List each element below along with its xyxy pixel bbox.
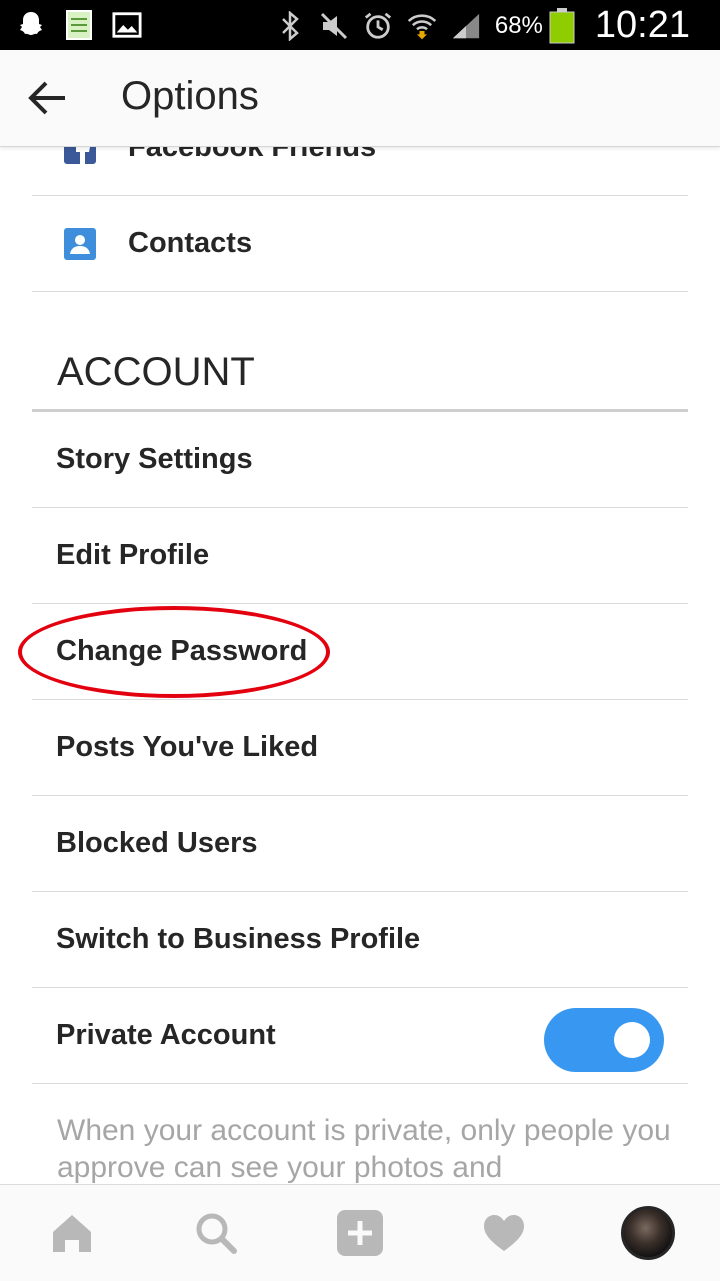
signal-icon	[451, 9, 481, 43]
profile-button[interactable]	[608, 1193, 688, 1273]
account-section-header: ACCOUNT	[32, 344, 688, 412]
facebook-friends-row[interactable]: Facebook Friends	[32, 146, 688, 196]
options-list[interactable]: Facebook Friends Contacts ACCOUNT Story …	[0, 146, 720, 1184]
edit-profile-row[interactable]: Edit Profile	[32, 508, 688, 604]
switch-business-label: Switch to Business Profile	[56, 923, 421, 955]
add-post-button[interactable]	[320, 1193, 400, 1273]
search-icon	[196, 1213, 237, 1254]
story-settings-row[interactable]: Story Settings	[32, 412, 688, 508]
private-account-row[interactable]: Private Account	[32, 988, 688, 1084]
blocked-users-row[interactable]: Blocked Users	[32, 796, 688, 892]
search-button[interactable]	[176, 1193, 256, 1273]
home-button[interactable]	[32, 1193, 112, 1273]
page-title: Options	[121, 74, 259, 118]
facebook-icon	[64, 146, 96, 164]
private-account-label: Private Account	[56, 1019, 276, 1051]
posts-liked-row[interactable]: Posts You've Liked	[32, 700, 688, 796]
home-icon	[53, 1215, 91, 1252]
battery-icon	[547, 7, 577, 43]
heart-icon	[484, 1215, 524, 1251]
toggle-knob	[614, 1022, 650, 1058]
activity-button[interactable]	[464, 1193, 544, 1273]
contacts-row[interactable]: Contacts	[32, 196, 688, 292]
arrow-left-icon	[28, 81, 65, 115]
bluetooth-icon	[275, 9, 305, 43]
clock: 10:21	[594, 4, 690, 46]
add-post-icon	[337, 1210, 383, 1256]
blocked-users-label: Blocked Users	[56, 827, 258, 859]
status-bar: 68% 10:21	[0, 0, 720, 50]
mute-icon	[319, 9, 349, 43]
facebook-friends-label: Facebook Friends	[128, 146, 377, 163]
edit-profile-label: Edit Profile	[56, 539, 210, 571]
notes-icon	[64, 8, 94, 42]
contacts-label: Contacts	[128, 227, 253, 259]
gallery-icon	[112, 8, 142, 42]
change-password-row[interactable]: Change Password	[32, 604, 688, 700]
private-account-help-text: When your account is private, only peopl…	[57, 1114, 671, 1184]
bottom-navigation	[0, 1184, 720, 1281]
posts-liked-label: Posts You've Liked	[56, 731, 319, 763]
section-title: ACCOUNT	[57, 350, 255, 394]
wifi-icon	[407, 9, 437, 43]
profile-avatar	[621, 1206, 675, 1260]
app-bar: Options	[0, 50, 720, 147]
change-password-label: Change Password	[56, 635, 308, 667]
alarm-icon	[363, 9, 393, 43]
contacts-icon	[64, 227, 96, 260]
story-settings-label: Story Settings	[56, 443, 253, 475]
switch-business-row[interactable]: Switch to Business Profile	[32, 892, 688, 988]
private-account-toggle[interactable]	[544, 1008, 664, 1072]
back-button[interactable]	[28, 80, 68, 116]
battery-percentage: 68%	[494, 11, 543, 39]
snapchat-icon	[16, 8, 46, 42]
